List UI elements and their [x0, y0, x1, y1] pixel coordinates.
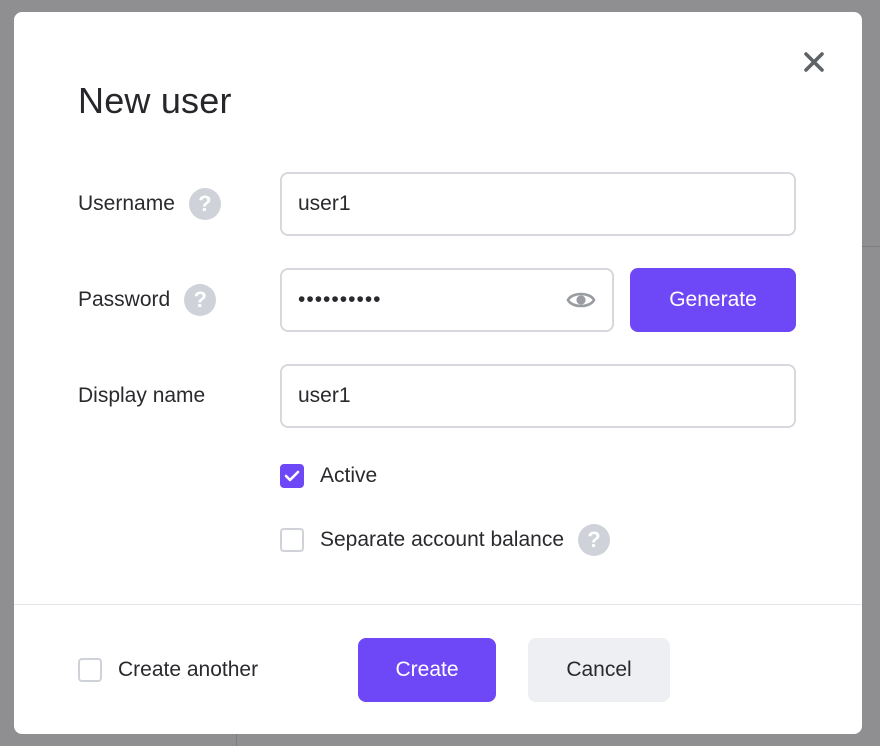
footer-divider: [14, 604, 862, 605]
generate-button[interactable]: Generate: [630, 268, 796, 332]
cancel-button[interactable]: Cancel: [528, 638, 670, 702]
active-checkbox[interactable]: [280, 464, 304, 488]
username-input[interactable]: [280, 172, 796, 236]
password-label: Password: [78, 288, 171, 311]
create-another-checkbox[interactable]: [78, 658, 102, 682]
display-name-label-row: Display name: [78, 378, 205, 414]
password-label-row: Password ?: [78, 282, 217, 318]
display-name-label: Display name: [78, 384, 206, 407]
separate-balance-checkbox[interactable]: [280, 528, 304, 552]
help-icon[interactable]: ?: [188, 188, 221, 220]
background-divider: [862, 246, 880, 247]
help-icon[interactable]: ?: [184, 284, 217, 316]
checkmark-icon: [284, 470, 300, 482]
password-field: [280, 268, 614, 332]
new-user-dialog: New user Username ? Password ? Generate …: [14, 12, 862, 734]
create-another-label: Create another: [118, 658, 259, 681]
background-divider: [236, 734, 237, 746]
display-name-input[interactable]: [280, 364, 796, 428]
create-button[interactable]: Create: [358, 638, 496, 702]
help-icon[interactable]: ?: [578, 524, 611, 556]
username-label-row: Username ?: [78, 186, 221, 222]
eye-icon[interactable]: [566, 288, 596, 312]
username-label: Username: [78, 192, 175, 215]
active-option[interactable]: Active: [280, 458, 377, 494]
create-another-option[interactable]: Create another: [78, 652, 258, 688]
close-icon[interactable]: [803, 51, 825, 73]
active-label: Active: [320, 464, 378, 487]
dialog-title: New user: [78, 80, 232, 121]
separate-balance-label: Separate account balance: [320, 528, 565, 551]
separate-balance-option[interactable]: Separate account balance ?: [280, 522, 611, 558]
close-button[interactable]: [800, 48, 828, 76]
password-input[interactable]: [280, 268, 614, 332]
